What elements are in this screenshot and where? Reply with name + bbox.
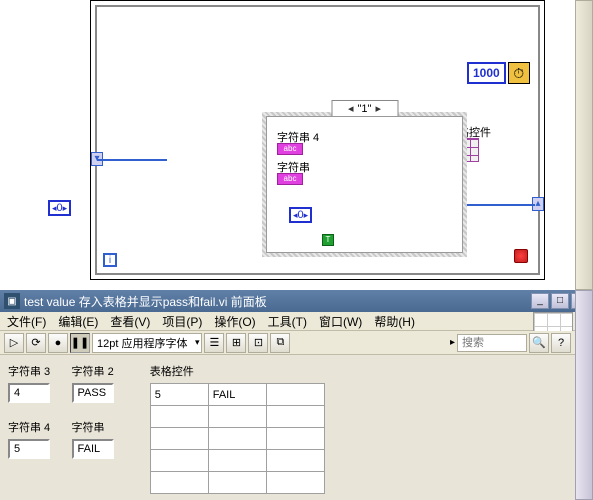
scrollbar-diagram[interactable] bbox=[575, 0, 593, 290]
abort-button[interactable]: ● bbox=[48, 333, 68, 353]
minimize-button[interactable]: _ bbox=[531, 293, 549, 309]
string2-label: 字符串 2 bbox=[72, 363, 114, 379]
front-panel: 字符串 3 字符串 2 字符串 4 字符串 表格控件 5FA bbox=[0, 355, 575, 500]
table-row: 5FAIL bbox=[150, 384, 324, 406]
table-control-label: 表格控件 bbox=[150, 363, 325, 379]
pause-button[interactable]: ❚❚ bbox=[70, 333, 90, 353]
metronome-icon: ⏱ bbox=[508, 62, 530, 84]
string-terminal: abc bbox=[277, 173, 303, 185]
maximize-button[interactable]: □ bbox=[551, 293, 569, 309]
stop-terminal bbox=[514, 249, 528, 263]
toolbar: ▷ ⟳ ● ❚❚ 12pt 应用程序字体 ☰ ⊞ ⊡ ⧉ ▸ 🔍 ? bbox=[0, 331, 575, 355]
while-loop: 1000 ⏱ 表格控件 ▾ ▴ "1" 字符串 4 abc 字符串 abc ◂0… bbox=[95, 5, 540, 275]
menu-edit[interactable]: 编辑(E) bbox=[55, 312, 101, 331]
vi-icon: ▣ bbox=[4, 293, 20, 309]
wait-timer: 1000 ⏱ bbox=[467, 62, 530, 84]
loop-iteration-terminal: i bbox=[103, 253, 117, 267]
menu-help[interactable]: 帮助(H) bbox=[371, 312, 418, 331]
help-icon[interactable]: ? bbox=[551, 333, 571, 353]
table-control[interactable]: 5FAIL bbox=[150, 383, 325, 494]
menu-tools[interactable]: 工具(T) bbox=[265, 312, 310, 331]
scrollbar-panel[interactable] bbox=[575, 290, 593, 500]
string-input[interactable] bbox=[72, 439, 114, 459]
string3-label: 字符串 3 bbox=[8, 363, 50, 379]
block-diagram-area: 1000 ⏱ 表格控件 ▾ ▴ "1" 字符串 4 abc 字符串 abc ◂0… bbox=[0, 0, 575, 290]
string-group: 字符串 bbox=[72, 419, 114, 459]
reorder-button[interactable]: ⧉ bbox=[270, 333, 290, 353]
menu-operate[interactable]: 操作(O) bbox=[211, 312, 258, 331]
menu-file[interactable]: 文件(F) bbox=[4, 312, 49, 331]
table-control-group: 表格控件 5FAIL bbox=[150, 363, 325, 494]
search-icon[interactable]: 🔍 bbox=[529, 333, 549, 353]
string4-group: 字符串 4 bbox=[8, 419, 50, 459]
distribute-button[interactable]: ⊞ bbox=[226, 333, 246, 353]
align-button[interactable]: ☰ bbox=[204, 333, 224, 353]
true-constant: T bbox=[322, 234, 334, 246]
string3-group: 字符串 3 bbox=[8, 363, 50, 403]
case-frame: 字符串 4 abc 字符串 abc ◂0▸ bbox=[266, 116, 463, 253]
search-nav-icon[interactable]: ▸ bbox=[450, 337, 455, 348]
table-row bbox=[150, 450, 324, 472]
window-titlebar: ▣ test value 存入表格并显示pass和fail.vi 前面板 _ □… bbox=[0, 290, 593, 312]
menu-window[interactable]: 窗口(W) bbox=[316, 312, 365, 331]
string4-terminal: abc bbox=[277, 143, 303, 155]
font-selector[interactable]: 12pt 应用程序字体 bbox=[92, 333, 202, 353]
window-title: test value 存入表格并显示pass和fail.vi 前面板 bbox=[24, 293, 267, 310]
numeric-control-outside[interactable]: ◂0▸ bbox=[48, 200, 71, 216]
case-selector[interactable]: "1" bbox=[331, 100, 398, 117]
run-continuous-button[interactable]: ⟳ bbox=[26, 333, 46, 353]
timer-ms-constant: 1000 bbox=[467, 62, 506, 84]
numeric-control-inside[interactable]: ◂0▸ bbox=[289, 207, 312, 223]
menubar: 文件(F) 编辑(E) 查看(V) 项目(P) 操作(O) 工具(T) 窗口(W… bbox=[0, 312, 575, 331]
string2-input[interactable] bbox=[72, 383, 114, 403]
menu-view[interactable]: 查看(V) bbox=[107, 312, 153, 331]
string3-input[interactable] bbox=[8, 383, 50, 403]
string4-input[interactable] bbox=[8, 439, 50, 459]
resize-button[interactable]: ⊡ bbox=[248, 333, 268, 353]
table-row bbox=[150, 406, 324, 428]
table-row bbox=[150, 472, 324, 494]
run-button[interactable]: ▷ bbox=[4, 333, 24, 353]
wire-blue bbox=[97, 159, 167, 161]
string4-label: 字符串 4 bbox=[8, 419, 50, 435]
search-input[interactable] bbox=[457, 334, 527, 352]
menu-project[interactable]: 项目(P) bbox=[159, 312, 205, 331]
string-label: 字符串 bbox=[72, 419, 114, 435]
case-structure: "1" 字符串 4 abc 字符串 abc ◂0▸ bbox=[262, 112, 467, 257]
string2-group: 字符串 2 bbox=[72, 363, 114, 403]
table-row bbox=[150, 428, 324, 450]
